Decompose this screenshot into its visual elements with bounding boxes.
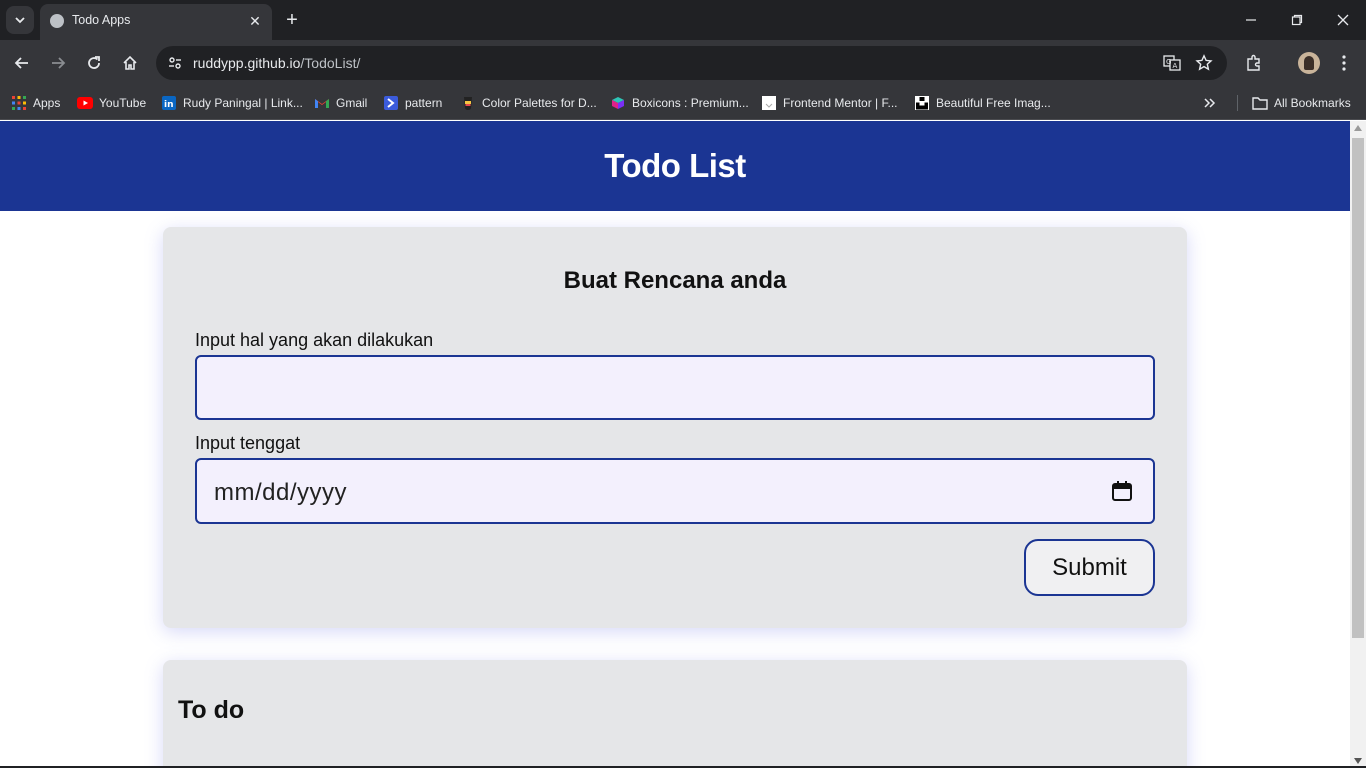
site-settings-icon[interactable]	[164, 52, 186, 74]
svg-text:A: A	[1173, 62, 1178, 70]
reload-icon[interactable]	[82, 51, 106, 75]
forward-icon[interactable]	[46, 51, 70, 75]
restore-icon[interactable]	[1285, 8, 1309, 32]
linkedin-icon: in	[161, 95, 177, 111]
todo-list-card: To do	[163, 660, 1187, 768]
bookmark-frontend-mentor[interactable]: Frontend Mentor | F...	[761, 92, 898, 114]
deadline-date-input[interactable]: mm/dd/yyyy	[195, 458, 1155, 524]
browser-tabstrip: Todo Apps ✕ +	[0, 0, 1366, 40]
bookmark-gmail[interactable]: Gmail	[314, 92, 367, 114]
address-bar[interactable]: ruddypp.github.io/TodoList/ GA	[156, 46, 1227, 80]
url-domain: ruddypp.github.io	[193, 55, 301, 71]
page-scrollbar[interactable]	[1350, 121, 1366, 768]
bookmark-youtube[interactable]: YouTube	[77, 92, 146, 114]
tab-title: Todo Apps	[72, 13, 131, 27]
bookmark-label: Beautiful Free Imag...	[936, 96, 1051, 110]
minimize-icon[interactable]	[1239, 8, 1263, 32]
window-close-icon[interactable]	[1331, 8, 1355, 32]
bookmarks-bar: Apps YouTube in Rudy Paningal | Link... …	[0, 86, 1366, 120]
youtube-icon	[77, 95, 93, 111]
tab-search-button[interactable]	[6, 6, 34, 34]
bookmark-label: Frontend Mentor | F...	[783, 96, 898, 110]
all-bookmarks-label: All Bookmarks	[1274, 96, 1351, 110]
page-viewport: Todo List Buat Rencana anda Input hal ya…	[0, 121, 1366, 768]
bookmarks-divider	[1237, 95, 1238, 111]
profile-avatar[interactable]	[1298, 52, 1320, 74]
bookmark-label: Rudy Paningal | Link...	[183, 96, 303, 110]
scroll-up-arrow-icon[interactable]	[1354, 125, 1362, 131]
globe-icon	[50, 14, 64, 28]
page-title: Todo List	[604, 147, 746, 184]
page-header: Todo List	[0, 121, 1350, 211]
task-input-label: Input hal yang akan dilakukan	[195, 330, 434, 350]
folder-icon	[1252, 95, 1268, 111]
all-bookmarks-button[interactable]: All Bookmarks	[1252, 92, 1351, 114]
url-path: /TodoList/	[300, 55, 361, 71]
submit-button[interactable]: Submit	[1024, 539, 1155, 596]
bookmark-label: Color Palettes for D...	[482, 96, 597, 110]
todo-form-card: Buat Rencana anda Input hal yang akan di…	[163, 227, 1187, 628]
tab-close-icon[interactable]: ✕	[246, 12, 264, 30]
new-tab-button[interactable]: +	[282, 10, 302, 30]
scrollbar-thumb[interactable]	[1352, 138, 1364, 638]
bookmark-linkedin[interactable]: in Rudy Paningal | Link...	[161, 92, 303, 114]
bookmark-unsplash[interactable]: Beautiful Free Imag...	[914, 92, 1051, 114]
calendar-icon[interactable]	[1111, 480, 1133, 502]
pattern-icon	[383, 95, 399, 111]
bookmark-label: YouTube	[99, 96, 147, 110]
extensions-icon[interactable]	[1242, 51, 1266, 75]
menu-kebab-icon[interactable]	[1332, 51, 1356, 75]
boxicons-icon	[610, 95, 626, 111]
bookmark-label: pattern	[405, 96, 443, 110]
unsplash-icon	[914, 95, 930, 111]
scroll-down-arrow-icon[interactable]	[1354, 758, 1362, 764]
browser-tab-active[interactable]: Todo Apps ✕	[40, 4, 272, 40]
gmail-icon	[314, 95, 330, 111]
frontend-mentor-icon	[761, 95, 777, 111]
translate-icon[interactable]: GA	[1161, 52, 1183, 74]
bookmark-label: Boxicons : Premium...	[632, 96, 749, 110]
bookmark-boxicons[interactable]: Boxicons : Premium...	[610, 92, 749, 114]
apps-grid-icon	[11, 95, 27, 111]
bookmarks-overflow-chevron-icon[interactable]	[1203, 92, 1217, 114]
svg-text:in: in	[164, 100, 174, 110]
palette-icon	[460, 95, 476, 111]
home-icon[interactable]	[118, 51, 142, 75]
task-input[interactable]	[195, 355, 1155, 420]
date-placeholder: mm/dd/yyyy	[214, 479, 348, 506]
back-icon[interactable]	[10, 51, 34, 75]
bookmark-apps[interactable]: Apps	[11, 92, 60, 114]
star-bookmark-icon[interactable]	[1193, 52, 1215, 74]
todo-heading: To do	[178, 696, 245, 724]
form-heading: Buat Rencana anda	[563, 267, 787, 294]
chevron-down-icon	[15, 17, 25, 24]
bookmark-pattern[interactable]: pattern	[383, 92, 442, 114]
deadline-input-label: Input tenggat	[195, 433, 301, 453]
url-text: ruddypp.github.io/TodoList/	[193, 55, 360, 71]
bookmark-label: Apps	[33, 96, 61, 110]
browser-toolbar: ruddypp.github.io/TodoList/ GA	[0, 40, 1366, 86]
bookmark-label: Gmail	[336, 96, 368, 110]
bookmark-color-palettes[interactable]: Color Palettes for D...	[460, 92, 597, 114]
svg-text:G: G	[1166, 58, 1171, 66]
